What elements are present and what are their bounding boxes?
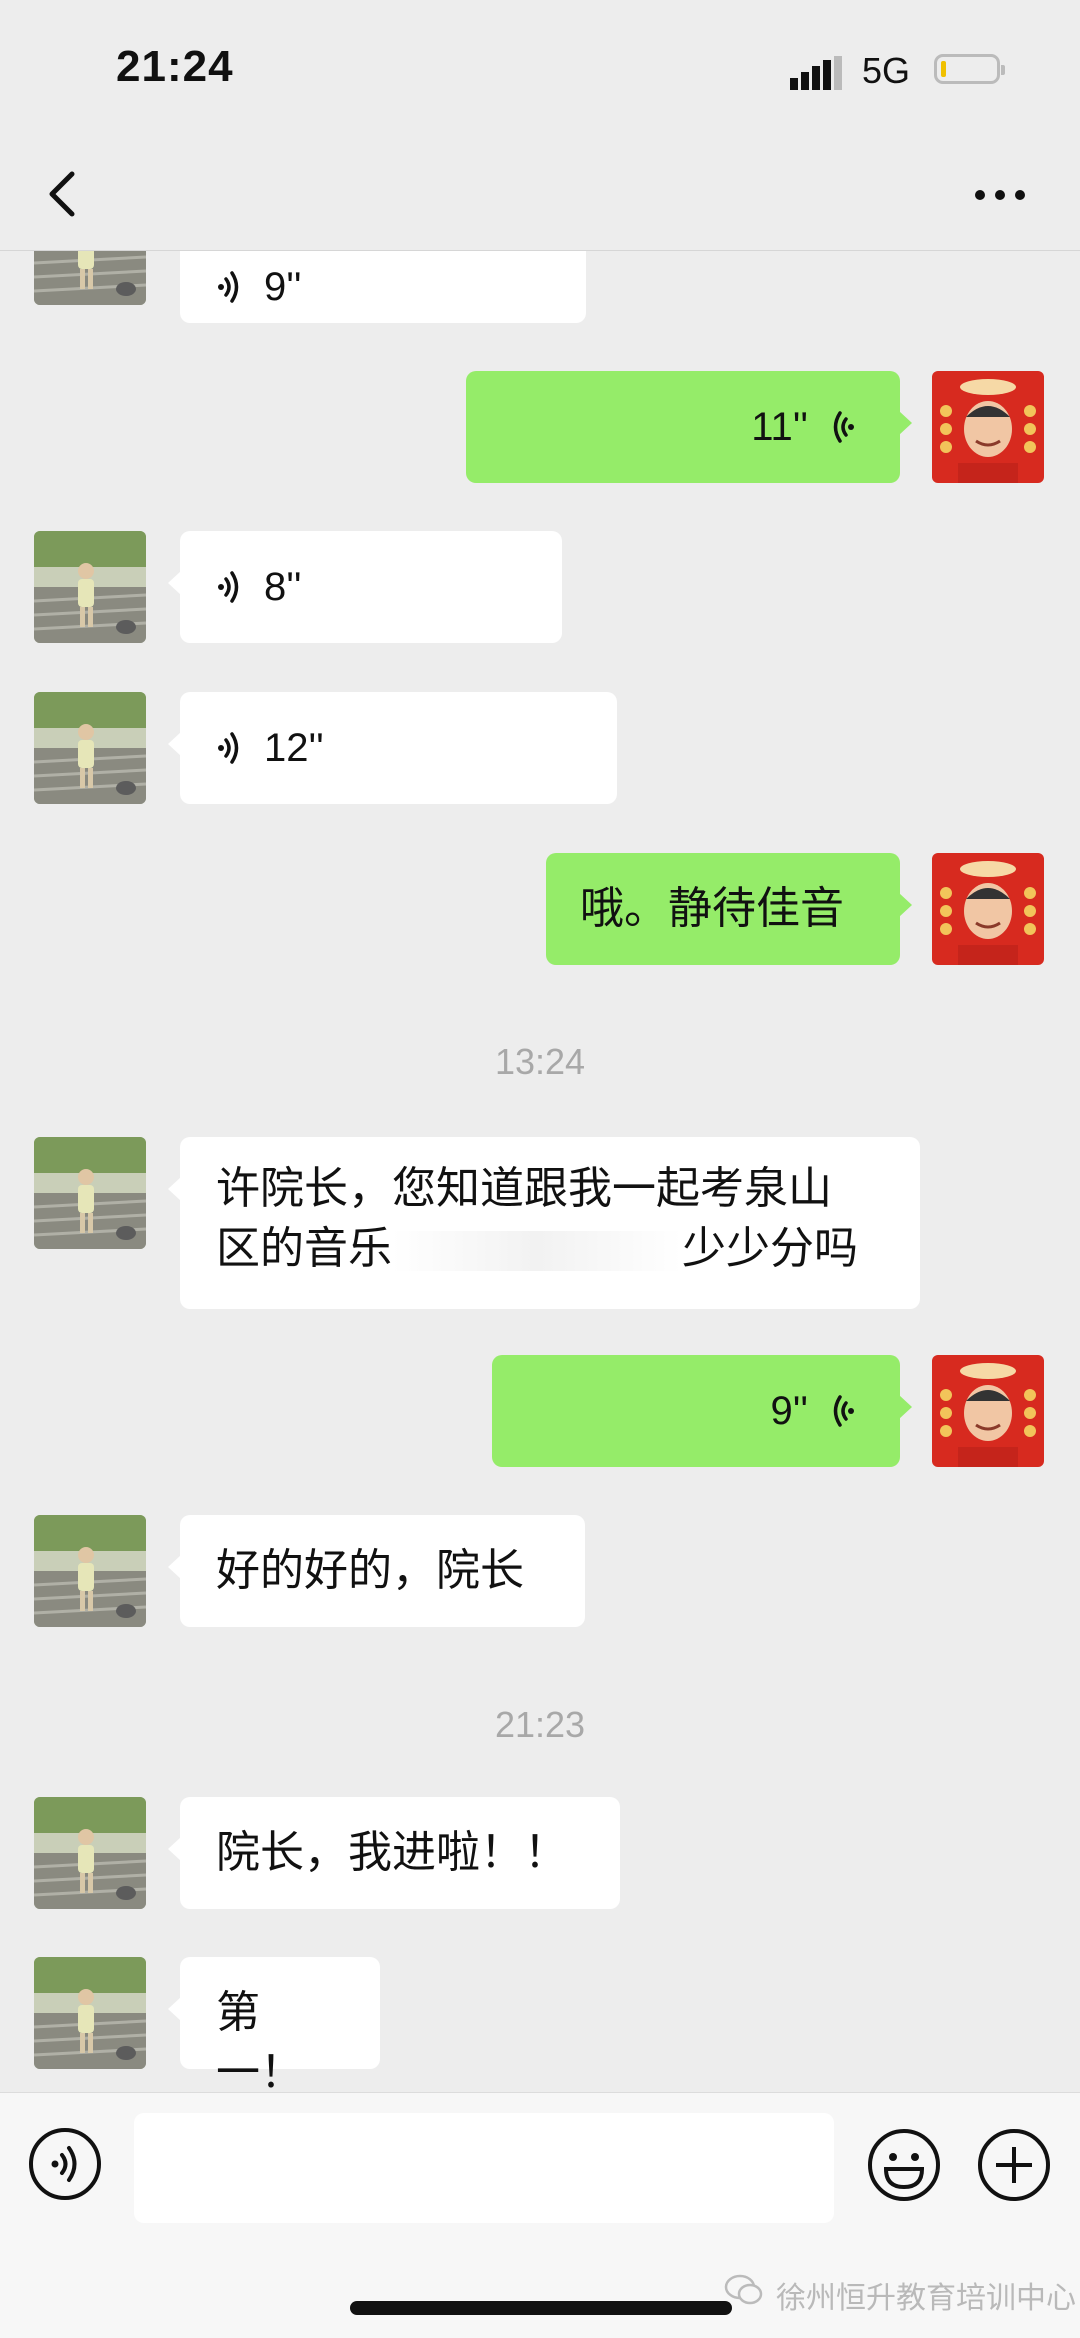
voice-message-bubble[interactable]: 11'' xyxy=(466,371,912,483)
home-indicator[interactable] xyxy=(350,2301,732,2315)
message-input[interactable] xyxy=(134,2113,834,2223)
my-avatar[interactable] xyxy=(932,853,1044,965)
voice-duration: 12'' xyxy=(264,726,324,770)
text-message-bubble[interactable]: 好的好的，院长 xyxy=(168,1515,585,1627)
message-text-part: 少少分吗 xyxy=(682,1223,858,1274)
voice-wave-icon xyxy=(218,571,239,603)
plus-icon[interactable] xyxy=(976,2127,1052,2203)
voice-duration: 9'' xyxy=(770,1389,808,1433)
signal-icon xyxy=(790,56,842,90)
message-timestamp: 21:23 xyxy=(494,1704,586,1745)
status-bar: 21:24 5G xyxy=(0,0,1080,140)
contact-avatar[interactable] xyxy=(34,692,146,804)
contact-avatar[interactable] xyxy=(34,1797,146,1909)
my-avatar[interactable] xyxy=(932,1355,1044,1467)
input-bar: 徐州恒升教育培训中心 xyxy=(0,2092,1080,2338)
text-message-bubble[interactable]: 哦。静待佳音 xyxy=(546,853,912,965)
voice-duration: 8'' xyxy=(264,565,302,609)
contact-avatar[interactable] xyxy=(34,1137,146,1249)
chat-header xyxy=(0,140,1080,251)
battery-icon xyxy=(934,54,1005,84)
text-message-bubble[interactable]: 院长，我进啦！！ xyxy=(168,1797,620,1909)
voice-mode-icon[interactable] xyxy=(28,2127,102,2201)
status-time: 21:24 xyxy=(116,42,234,91)
redacted-area xyxy=(392,1231,682,1271)
voice-wave-icon xyxy=(218,271,239,303)
voice-wave-icon xyxy=(218,732,239,764)
contact-avatar[interactable] xyxy=(34,531,146,643)
voice-message-bubble[interactable]: 8'' xyxy=(168,531,562,643)
voice-wave-icon xyxy=(833,411,854,443)
contact-avatar[interactable] xyxy=(34,251,146,305)
chat-messages: 9'' 11'' 8'' 12'' 哦。静待佳音 13:24 许院长，您知道跟我… xyxy=(0,251,1080,2091)
message-text: 好的好的，院长 xyxy=(216,1545,524,1596)
message-text: 哦。静待佳音 xyxy=(580,883,844,934)
chat-title xyxy=(360,192,460,212)
voice-message-bubble[interactable]: 9'' xyxy=(180,251,586,323)
text-message-bubble[interactable]: 许院长，您知道跟我一起考泉山 区的音乐 少少分吗 xyxy=(168,1137,920,1309)
watermark-text: 徐州恒升教育培训中心 xyxy=(776,2281,1076,2316)
my-avatar[interactable] xyxy=(932,371,1044,483)
voice-duration: 11'' xyxy=(751,405,808,449)
network-type: 5G xyxy=(862,50,911,91)
contact-avatar[interactable] xyxy=(34,1515,146,1627)
more-dots-icon[interactable] xyxy=(970,180,1030,210)
message-text: 第一！ xyxy=(216,1987,304,2091)
voice-message-bubble[interactable]: 12'' xyxy=(168,692,617,804)
voice-wave-icon xyxy=(833,1395,854,1427)
message-text-line-1: 许院长，您知道跟我一起考泉山 xyxy=(216,1163,832,1214)
wechat-logo-icon xyxy=(724,2274,763,2305)
contact-avatar[interactable] xyxy=(34,1957,146,2069)
voice-duration: 9'' xyxy=(264,265,302,309)
message-timestamp: 13:24 xyxy=(494,1041,586,1082)
message-text-part: 区的音乐 xyxy=(216,1223,392,1274)
chevron-left-icon[interactable] xyxy=(40,164,90,224)
voice-message-bubble[interactable]: 9'' xyxy=(492,1355,912,1467)
message-text: 院长，我进啦！！ xyxy=(216,1827,568,1878)
text-message-bubble[interactable]: 第一！ xyxy=(168,1957,380,2091)
message-text-line-2: 区的音乐 少少分吗 xyxy=(216,1219,884,1279)
emoji-icon[interactable] xyxy=(866,2127,942,2203)
